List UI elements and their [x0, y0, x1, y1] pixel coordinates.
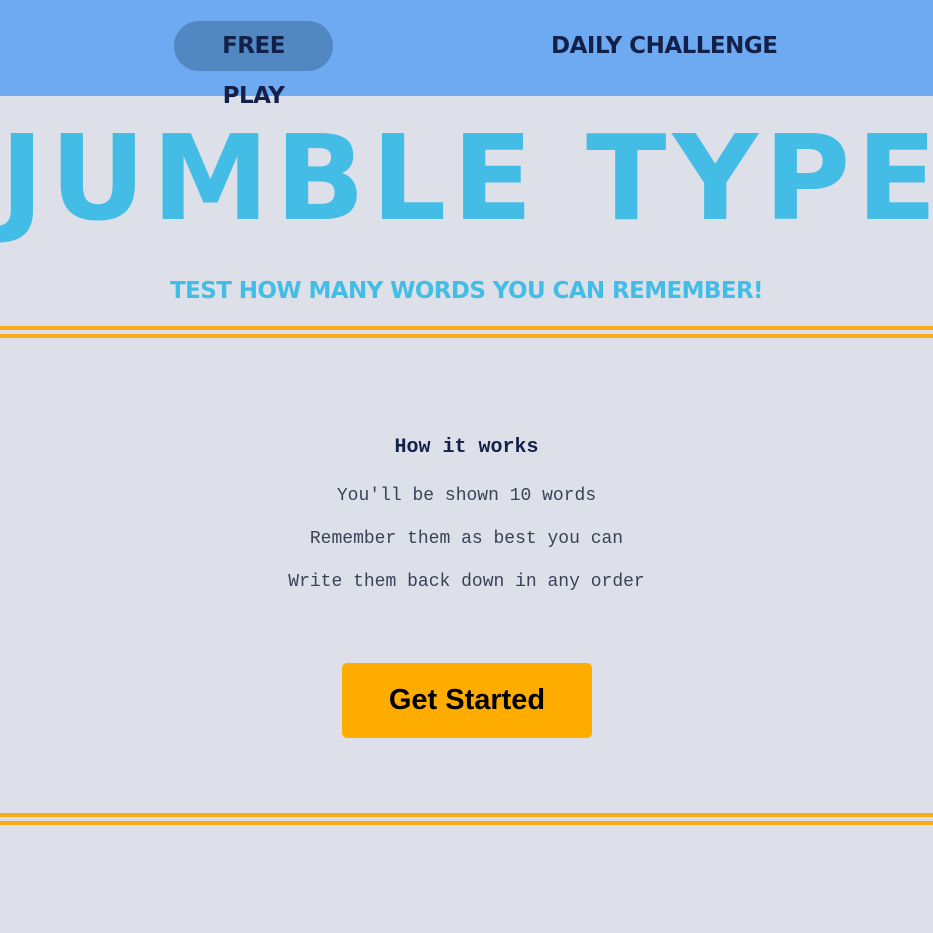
- tab-free-play[interactable]: FREE PLAY: [174, 21, 333, 109]
- get-started-button[interactable]: Get Started: [342, 663, 592, 738]
- how-it-works-heading: How it works: [394, 436, 539, 459]
- divider-top-2: [0, 334, 933, 338]
- top-nav-bar: FREE PLAY DAILY CHALLENGE: [0, 0, 933, 109]
- step-item: Write them back down in any order: [288, 572, 645, 592]
- tab-daily-challenge[interactable]: DAILY CHALLENGE: [527, 21, 801, 71]
- page-subtitle: TEST HOW MANY WORDS YOU CAN REMEMBER!: [170, 278, 764, 304]
- step-item: You'll be shown 10 words: [336, 486, 597, 506]
- divider-top-1: [0, 326, 933, 330]
- page-title: JUMBLE TYPE: [0, 109, 933, 247]
- step-item: Remember them as best you can: [309, 529, 624, 549]
- divider-bottom-2: [0, 821, 933, 825]
- divider-bottom-1: [0, 813, 933, 817]
